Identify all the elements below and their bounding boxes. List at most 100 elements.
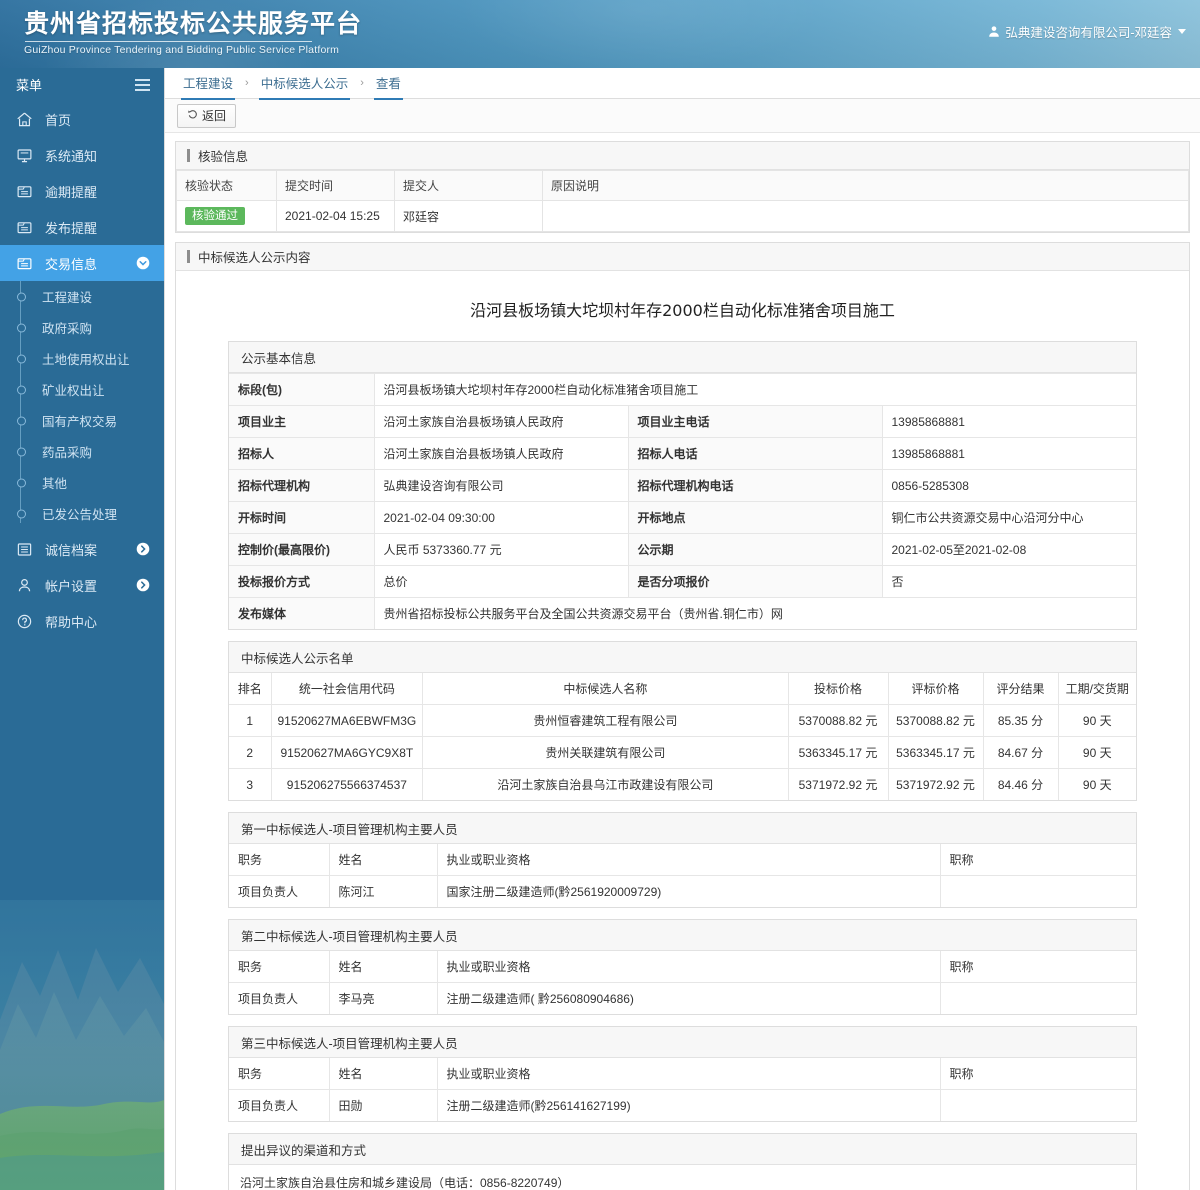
cell-duration: 90 天 (1057, 736, 1136, 769)
table-row: 核验通过 2021-02-04 15:25 邓廷容 (176, 200, 1189, 232)
cell-bid-price: 5371972.92 元 (787, 768, 889, 800)
verify-table: 核验状态 提交时间 提交人 原因说明 核验通过 2021-02-04 15:25 (176, 170, 1189, 232)
field-label: 公示期 (627, 533, 883, 566)
field-label: 投标报价方式 (229, 565, 375, 598)
personnel-box-first: 第一中标候选人-项目管理机构主要人员 职务 姓名 执业或职业资格 职称 项目负责… (228, 812, 1137, 908)
cell-qualification: 国家注册二级建造师(黔2561920009729) (436, 875, 941, 907)
cell-qualification: 注册二级建造师(黔256141627199) (436, 1089, 941, 1121)
field-value: 13985868881 (882, 437, 1136, 470)
caret-down-icon (1178, 29, 1186, 34)
status-badge: 核验通过 (185, 207, 245, 225)
brand: 贵州省招标投标公共服务平台 GuiZhou Province Tendering… (24, 8, 362, 56)
sidebar-subitem-drug-procurement[interactable]: 药品采购 (0, 436, 164, 467)
hamburger-icon[interactable] (135, 78, 150, 91)
announcement-panel: 中标候选人公示内容 沿河县板场镇大坨坝村年存2000栏自动化标准猪舍项目施工 公… (175, 242, 1190, 1190)
sidebar-subitem-engineering[interactable]: 工程建设 (0, 281, 164, 312)
table-row: 投标报价方式 总价 是否分项报价 否 (229, 565, 1136, 598)
field-value: 否 (882, 565, 1136, 598)
cell-rank: 3 (229, 768, 272, 800)
cell-qualification: 注册二级建造师( 黔256080904686) (436, 982, 941, 1014)
list-icon (16, 540, 36, 558)
col-title: 职称 (939, 1058, 1136, 1090)
table-row: 1 91520627MA6EBWFM3G 贵州恒睿建筑工程有限公司 537008… (229, 704, 1136, 737)
breadcrumb-separator: › (360, 77, 364, 89)
cell-title (939, 982, 1136, 1014)
field-value: 2021-02-04 09:30:00 (374, 501, 628, 534)
back-button[interactable]: 返回 (177, 103, 237, 128)
cell-position: 项目负责人 (229, 1089, 330, 1121)
table-row: 项目负责人 田勋 注册二级建造师(黔256141627199) (229, 1089, 1136, 1121)
field-label: 开标地点 (627, 501, 883, 534)
personnel-heading: 第二中标候选人-项目管理机构主要人员 (229, 920, 1136, 951)
sidebar-item-overdue-reminder[interactable]: 逾期提醒 (0, 173, 164, 209)
mountain-landscape-graphic (0, 900, 164, 1190)
chevron-right-circle-icon[interactable] (136, 578, 150, 592)
sidebar-subitem-mining-rights[interactable]: 矿业权出让 (0, 374, 164, 405)
chevron-down-circle-icon[interactable] (136, 256, 150, 270)
personnel-heading: 第三中标候选人-项目管理机构主要人员 (229, 1027, 1136, 1058)
col-qualification: 执业或职业资格 (436, 1058, 941, 1090)
cell-title (939, 875, 1136, 907)
table-row: 招标人 沿河土家族自治县板场镇人民政府 招标人电话 13985868881 (229, 437, 1136, 470)
candidates-table: 排名 统一社会信用代码 中标候选人名称 投标价格 评标价格 评分结果 工期/交货… (229, 673, 1136, 800)
sidebar-subitem-state-property[interactable]: 国有产权交易 (0, 405, 164, 436)
sidebar-item-home[interactable]: 首页 (0, 101, 164, 137)
cell-score: 84.67 分 (982, 736, 1059, 769)
table-header-row: 排名 统一社会信用代码 中标候选人名称 投标价格 评标价格 评分结果 工期/交货… (229, 673, 1136, 705)
sidebar-subitem-label: 工程建设 (42, 291, 93, 305)
verify-submit-time-cell: 2021-02-04 15:25 (276, 200, 395, 232)
field-label: 开标时间 (229, 501, 375, 534)
sidebar-subitem-label: 其他 (42, 477, 68, 491)
user-name-label: 弘典建设咨询有限公司-邓廷容 (1005, 26, 1172, 40)
verify-panel: 核验信息 核验状态 提交时间 提交人 原因说明 核验通过 2021-02-04 … (175, 141, 1190, 233)
brand-title-cn: 贵州省招标投标公共服务平台 (24, 9, 363, 38)
cell-duration: 90 天 (1057, 704, 1136, 737)
sidebar-item-account-settings[interactable]: 帐户设置 (0, 567, 164, 603)
sidebar-item-transaction-info[interactable]: 交易信息 (0, 245, 164, 281)
col-submitter: 提交人 (394, 170, 543, 201)
sidebar-subitem-label: 已发公告处理 (42, 508, 118, 522)
breadcrumb-item-view[interactable]: 查看 (372, 68, 405, 100)
sidebar-subitem-land-use-rights[interactable]: 土地使用权出让 (0, 343, 164, 374)
chevron-right-circle-icon[interactable] (136, 542, 150, 556)
sidebar-subitem-published-notice[interactable]: 已发公告处理 (0, 498, 164, 529)
user-settings-icon (16, 576, 36, 594)
personnel-table: 职务 姓名 执业或职业资格 职称 项目负责人 李马亮 注册二级建造师(黔256… (229, 951, 1136, 1014)
sidebar-item-publish-reminder[interactable]: 发布提醒 (0, 209, 164, 245)
breadcrumb-item-engineering[interactable]: 工程建设 (179, 68, 237, 100)
candidates-heading: 中标候选人公示名单 (229, 642, 1136, 673)
sidebar-item-label: 帐户设置 (45, 578, 98, 594)
col-rank: 排名 (229, 673, 272, 705)
sidebar-title: 菜单 (16, 78, 43, 93)
question-circle-icon (16, 612, 36, 630)
table-header-row: 职务 姓名 执业或职业资格 职称 (229, 844, 1136, 876)
table-row: 3 915206275566374537 沿河土家族自治县乌江市政建设有限公司 … (229, 768, 1136, 800)
sidebar-subitem-gov-procurement[interactable]: 政府采购 (0, 312, 164, 343)
sidebar-menu: 菜单 首页 系统通知 逾期提醒 发布提醒 交易信息 工程建设 政府采购 土地使用… (0, 68, 164, 639)
cell-eval-price: 5363345.17 元 (887, 736, 984, 769)
sidebar-item-help-center[interactable]: 帮助中心 (0, 603, 164, 639)
field-value: 沿河土家族自治县板场镇人民政府 (374, 437, 628, 470)
breadcrumb-item-candidate-notice[interactable]: 中标候选人公示 (257, 68, 353, 100)
field-label: 标段(包) (229, 373, 375, 406)
table-row: 开标时间 2021-02-04 09:30:00 开标地点 铜仁市公共资源交易中… (229, 501, 1136, 534)
cell-credit-code: 915206275566374537 (270, 768, 424, 800)
col-name: 姓名 (328, 1058, 438, 1090)
user-icon (988, 25, 1000, 38)
personnel-heading: 第一中标候选人-项目管理机构主要人员 (229, 813, 1136, 844)
cell-credit-code: 91520627MA6EBWFM3G (270, 704, 424, 737)
col-name: 姓名 (328, 844, 438, 876)
basic-info-heading: 公示基本信息 (229, 342, 1136, 373)
table-row: 发布媒体 贵州省招标投标公共服务平台及全国公共资源交易平台（贵州省.铜仁市）网 (229, 597, 1136, 629)
verify-panel-title: 核验信息 (176, 142, 1189, 170)
sidebar-item-system-notice[interactable]: 系统通知 (0, 137, 164, 173)
col-name: 姓名 (328, 951, 438, 983)
personnel-table: 职务 姓名 执业或职业资格 职称 项目负责人 陈河江 国家注册二级建造师(黔25… (229, 844, 1136, 907)
user-menu[interactable]: 弘典建设咨询有限公司-邓廷容 (988, 22, 1186, 41)
sidebar-item-credit-archive[interactable]: 诚信档案 (0, 531, 164, 567)
field-label: 招标代理机构 (229, 469, 375, 502)
app-header: 贵州省招标投标公共服务平台 GuiZhou Province Tendering… (0, 0, 1200, 68)
brand-title-en: GuiZhou Province Tendering and Bidding P… (24, 44, 340, 56)
sidebar-subitem-other[interactable]: 其他 (0, 467, 164, 498)
col-title: 职称 (939, 844, 1136, 876)
